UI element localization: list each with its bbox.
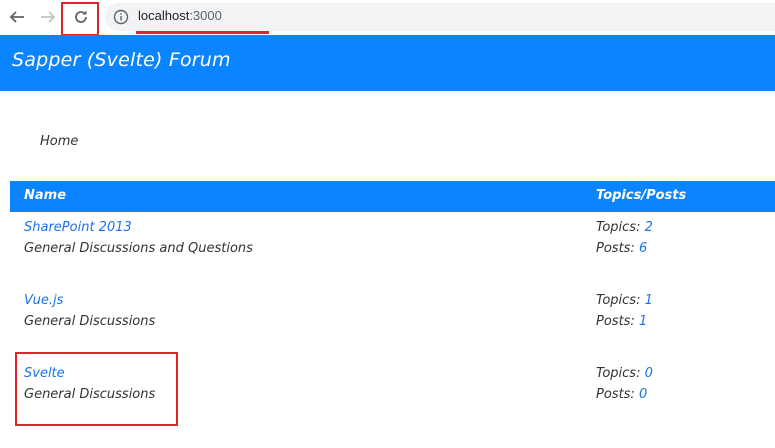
topics-value[interactable]: 1 [645,293,653,308]
posts-value[interactable]: 6 [639,241,647,256]
table-header: Name Topics/Posts [10,181,775,212]
app-title[interactable]: Sapper (Svelte) Forum [12,49,231,71]
url-red-underline [136,31,269,34]
back-arrow-icon [9,11,24,23]
forum-description: General Discussions and Questions [24,241,253,256]
posts-count: Posts: 6 [596,241,647,256]
posts-value[interactable]: 0 [639,387,647,402]
posts-count: Posts: 0 [596,387,647,402]
topics-label: Topics: [596,366,645,381]
table-row: SharePoint 2013 General Discussions and … [10,212,775,285]
topics-count: Topics: 2 [596,220,653,235]
posts-label: Posts: [596,241,639,256]
url-host: localhost [138,8,190,23]
posts-count: Posts: 1 [596,314,647,329]
posts-label: Posts: [596,314,639,329]
topics-value[interactable]: 2 [645,220,653,235]
address-bar[interactable]: localhost:3000 [105,3,775,31]
topics-label: Topics: [596,293,645,308]
forum-description: General Discussions [24,314,156,329]
header-topics-posts: Topics/Posts [596,188,687,203]
back-button[interactable] [6,6,28,28]
posts-value[interactable]: 1 [639,314,647,329]
topics-value[interactable]: 0 [645,366,653,381]
topics-count: Topics: 1 [596,293,653,308]
url-port: :3000 [189,8,222,23]
reload-highlight-box [61,2,99,36]
header-name: Name [24,188,67,203]
forward-button[interactable] [37,6,59,28]
table-row: Vue.js General Discussions Topics: 1 Pos… [10,285,775,358]
browser-toolbar: localhost:3000 [0,0,775,36]
topics-count: Topics: 0 [596,366,653,381]
posts-label: Posts: [596,387,639,402]
app-header: Sapper (Svelte) Forum [0,35,775,91]
forum-link-sharepoint[interactable]: SharePoint 2013 [24,220,132,235]
breadcrumb-home[interactable]: Home [40,134,78,149]
forum-link-vuejs[interactable]: Vue.js [24,293,63,308]
forward-arrow-icon [41,11,56,23]
svelte-row-highlight-box [15,352,178,426]
info-icon[interactable] [113,9,129,25]
topics-label: Topics: [596,220,645,235]
address-url[interactable]: localhost:3000 [138,8,222,23]
